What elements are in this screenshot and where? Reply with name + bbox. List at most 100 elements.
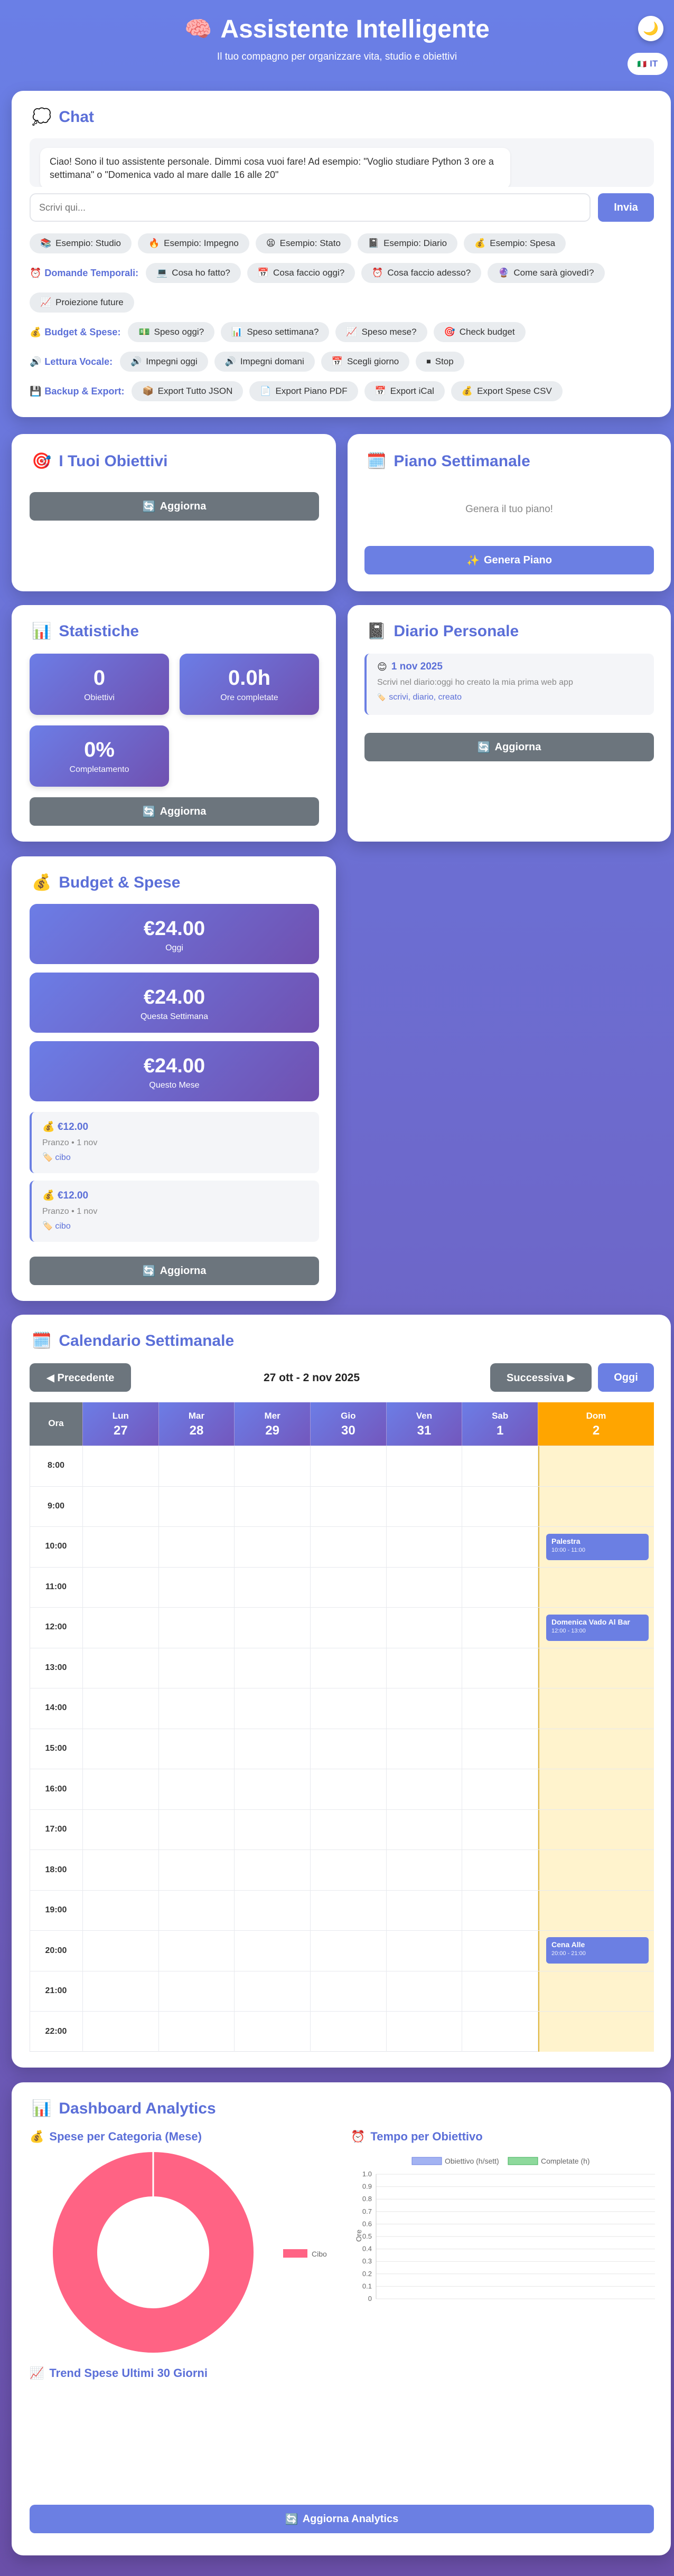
money-bag-icon: 💰 xyxy=(42,1121,55,1133)
y-tick-label: 0.4 xyxy=(362,2245,372,2253)
hour-label: 20:00 xyxy=(45,1946,67,1955)
budget-today: €24.00 Oggi xyxy=(30,904,319,964)
next-week-button[interactable]: Successiva ▶ xyxy=(490,1363,592,1392)
speaker-icon: 🔊 xyxy=(30,356,42,367)
example-study-button[interactable]: 📚 Esempio: Studio xyxy=(30,233,132,253)
examples-row: 📚 Esempio: Studio 🔥 Esempio: Impegno 😫 Esem… xyxy=(30,233,572,253)
example-expense-button[interactable]: 💰 Esempio: Spesa xyxy=(464,233,566,253)
pie-slice-cibo xyxy=(53,2152,254,2353)
theme-toggle-button[interactable]: 🌙 xyxy=(638,16,663,41)
temporal-now-button[interactable]: ⏰ Cosa faccio adesso? xyxy=(361,263,482,283)
floppy-icon: 💾 xyxy=(30,385,42,397)
diary-refresh-button[interactable]: 🔄 Aggiorna xyxy=(364,733,654,761)
header: 🧠 Assistente Intelligente Il tuo compagn… xyxy=(0,15,674,63)
chat-input[interactable] xyxy=(30,193,591,222)
hour-row-divider xyxy=(30,1809,654,1810)
hour-row-divider xyxy=(30,1607,654,1608)
assistant-message: Ciao! Sono il tuo assistente personale. … xyxy=(40,148,510,187)
budget-refresh-button[interactable]: 🔄 Aggiorna xyxy=(30,1257,319,1285)
hour-label: 13:00 xyxy=(45,1663,67,1672)
desktop-icon: 💻 xyxy=(156,268,168,278)
hour-label: 22:00 xyxy=(45,2026,67,2036)
language-button[interactable]: 🇮🇹 IT xyxy=(628,53,668,75)
alarm-clock-icon: ⏰ xyxy=(30,267,42,278)
hour-label: 17:00 xyxy=(45,1825,67,1834)
budget-title: 💰 Budget & Spese xyxy=(32,873,181,892)
pie-legend-label: Cibo xyxy=(312,2250,327,2258)
money-bag-icon: 💰 xyxy=(474,238,486,248)
voice-row: 🔊 Lettura Vocale: 🔊 Impegni oggi 🔊 Impegni … xyxy=(30,352,471,372)
hour-label: 8:00 xyxy=(47,1461,65,1470)
sparkles-icon: ✨ xyxy=(466,554,480,567)
temporal-done-button[interactable]: 💻 Cosa ho fatto? xyxy=(146,263,241,283)
export-ical-button[interactable]: 📅 Export iCal xyxy=(364,381,445,401)
hour-label: 21:00 xyxy=(45,1986,67,1996)
money-bag-icon: 💰 xyxy=(42,1190,55,1201)
speaker-icon: 🔊 xyxy=(224,356,236,366)
temporal-today-button[interactable]: 📅 Cosa faccio oggi? xyxy=(247,263,355,283)
spent-today-button[interactable]: 💵 Speso oggi? xyxy=(128,322,215,342)
check-budget-button[interactable]: 🎯 Check budget xyxy=(433,322,526,342)
legend-swatch-target xyxy=(411,2157,442,2165)
hour-row-divider xyxy=(30,1890,654,1891)
hour-row-divider xyxy=(30,1567,654,1568)
bar-chart-icon: 📊 xyxy=(32,2100,52,2117)
plan-empty-text: Genera il tuo piano! xyxy=(465,504,553,515)
temporal-projection-button[interactable]: 📈 Proiezione future xyxy=(30,292,134,313)
temporal-label: ⏰ Domande Temporali: xyxy=(30,267,139,278)
spent-month-button[interactable]: 📈 Speso mese? xyxy=(335,322,427,342)
voice-tomorrow-button[interactable]: 🔊 Impegni domani xyxy=(214,352,315,372)
document-icon: 📄 xyxy=(260,386,272,396)
alarm-clock-icon: ⏰ xyxy=(351,2130,366,2143)
example-state-button[interactable]: 😫 Esempio: Stato xyxy=(255,233,351,253)
bar-chart: Obiettivo (h/sett) Completate (h) Ore 1.… xyxy=(354,2157,655,2303)
voice-today-button[interactable]: 🔊 Impegni oggi xyxy=(120,352,208,372)
send-button[interactable]: Invia xyxy=(598,193,654,222)
legend-label-done: Completate (h) xyxy=(541,2157,590,2165)
y-tick-label: 0.3 xyxy=(362,2257,372,2265)
tired-face-icon: 😫 xyxy=(266,238,276,248)
legend-label-target: Obiettivo (h/sett) xyxy=(445,2157,499,2165)
export-json-button[interactable]: 📦 Export Tutto JSON xyxy=(132,381,244,401)
example-diary-button[interactable]: 📓 Esempio: Diario xyxy=(357,233,458,253)
speaker-icon: 🔊 xyxy=(130,356,142,366)
goals-title: 🎯 I Tuoi Obiettivi xyxy=(32,452,168,470)
app-title: Assistente Intelligente xyxy=(220,15,490,43)
export-pdf-button[interactable]: 📄 Export Piano PDF xyxy=(249,381,358,401)
temporal-row: ⏰ Domande Temporali: 💻 Cosa ho fatto? 📅 Cos… xyxy=(30,263,653,313)
calendar-icon: 🗓️ xyxy=(367,452,387,470)
voice-stop-button[interactable]: ⏹ Stop xyxy=(416,352,464,372)
y-tick-label: 0.2 xyxy=(362,2270,372,2278)
today-button[interactable]: Oggi xyxy=(598,1363,654,1392)
day-header: Gio 30 xyxy=(310,1402,386,1446)
example-commitment-button[interactable]: 🔥 Esempio: Impegno xyxy=(137,233,249,253)
refresh-icon: 🔄 xyxy=(142,1265,156,1277)
money-bag-icon: 💰 xyxy=(461,386,473,396)
calendar-event[interactable]: Domenica Vado Al Bar 12:00 - 13:00 xyxy=(546,1615,649,1641)
day-column-divider xyxy=(310,1446,311,2052)
hour-label: 9:00 xyxy=(47,1501,65,1511)
voice-choose-day-button[interactable]: 📅 Scegli giorno xyxy=(321,352,410,372)
book-icon: 📓 xyxy=(367,622,387,640)
y-tick-label: 0.8 xyxy=(362,2195,372,2203)
export-csv-button[interactable]: 💰 Export Spese CSV xyxy=(451,381,563,401)
calendar-event[interactable]: Palestra 10:00 - 11:00 xyxy=(546,1534,649,1560)
spent-week-button[interactable]: 📊 Speso settimana? xyxy=(221,322,330,342)
stats-refresh-button[interactable]: 🔄 Aggiorna xyxy=(30,797,319,826)
pie-chart: Cibo xyxy=(53,2152,327,2353)
money-bag-icon: 💰 xyxy=(30,2130,44,2143)
backup-row: 💾 Backup & Export: 📦 Export Tutto JSON 📄 Ex… xyxy=(30,381,569,401)
refresh-analytics-button[interactable]: 🔄 Aggiorna Analytics xyxy=(30,2505,654,2533)
week-range: 27 ott - 2 nov 2025 xyxy=(263,1372,360,1384)
calendar-icon: 📅 xyxy=(331,356,343,366)
goals-refresh-button[interactable]: 🔄 Aggiorna xyxy=(30,492,319,521)
prev-week-button[interactable]: ◀ Precedente xyxy=(30,1363,131,1392)
day-header: Ven 31 xyxy=(386,1402,462,1446)
temporal-thursday-button[interactable]: 🔮 Come sarà giovedì? xyxy=(488,263,605,283)
dollar-icon: 💵 xyxy=(138,327,150,337)
y-tick-label: 0.1 xyxy=(362,2282,372,2290)
budget-week: €24.00 Questa Settimana xyxy=(30,973,319,1033)
day-header: Lun 27 xyxy=(82,1402,158,1446)
calendar-event[interactable]: Cena Alle 20:00 - 21:00 xyxy=(546,1937,649,1964)
generate-plan-button[interactable]: ✨ Genera Piano xyxy=(364,546,654,574)
